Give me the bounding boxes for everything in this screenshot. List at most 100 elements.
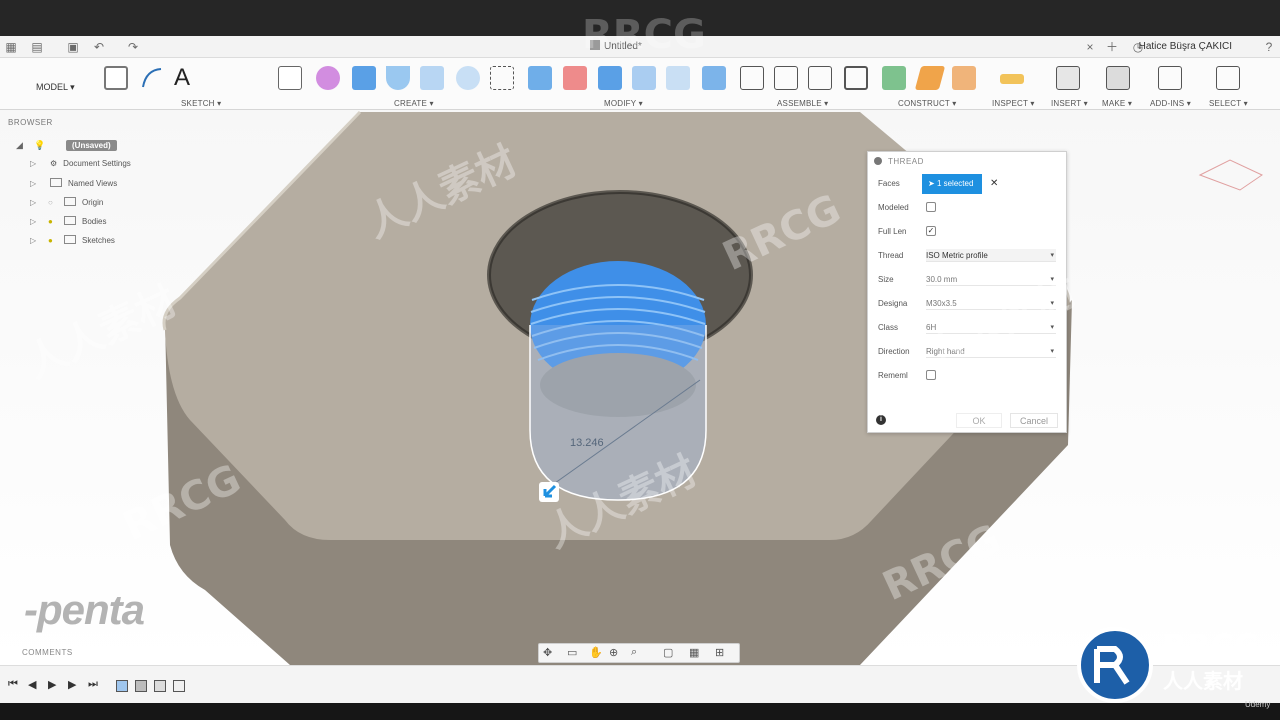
ok-button[interactable]: OK <box>956 413 1002 428</box>
tree-item-sketches[interactable]: ▷ ● Sketches <box>30 235 115 251</box>
make-menu[interactable]: MAKE ▾ <box>1102 99 1132 108</box>
comments-panel-title[interactable]: COMMENTS <box>22 648 73 657</box>
document-tab[interactable]: Untitled* <box>590 40 642 52</box>
modeled-checkbox[interactable] <box>926 202 936 212</box>
designation-select[interactable]: M30x3.5 ▾ <box>926 297 1056 310</box>
expand-icon[interactable]: ▷ <box>30 159 38 168</box>
last-step-icon[interactable]: ⏭ <box>88 678 98 691</box>
offset-plane-icon[interactable] <box>882 66 906 90</box>
draft-icon[interactable] <box>666 66 690 90</box>
timeline-feature-icon[interactable] <box>116 680 128 692</box>
midplane-icon[interactable] <box>952 66 976 90</box>
construct-menu[interactable]: CONSTRUCT ▾ <box>898 99 957 108</box>
pattern-icon[interactable] <box>490 66 514 90</box>
bulb-icon[interactable]: ○ <box>48 198 58 207</box>
create-menu[interactable]: CREATE ▾ <box>394 99 434 108</box>
sketch-menu[interactable]: SKETCH ▾ <box>181 99 221 108</box>
browser-title[interactable]: BROWSER <box>8 118 53 127</box>
clear-selection-icon[interactable]: ✕ <box>990 178 998 189</box>
shell-icon[interactable] <box>632 66 656 90</box>
assemble-menu[interactable]: ASSEMBLE ▾ <box>777 99 828 108</box>
look-at-icon[interactable]: ▭ <box>567 646 577 659</box>
viewports-icon[interactable]: ⊞ <box>715 646 724 659</box>
faces-selection-button[interactable]: ➤ 1 selected <box>922 174 982 194</box>
undo-icon[interactable]: ↶ <box>92 40 106 54</box>
select-icon[interactable] <box>1216 66 1240 90</box>
modify-menu[interactable]: MODIFY ▾ <box>604 99 643 108</box>
play-icon[interactable]: ▶ <box>48 678 56 691</box>
pan-icon[interactable]: ✋ <box>589 646 603 659</box>
size-select[interactable]: 30.0 mm ▾ <box>926 273 1056 286</box>
tree-item-bodies[interactable]: ▷ ● Bodies <box>30 216 106 232</box>
expand-icon[interactable]: ▷ <box>30 179 38 188</box>
timeline-feature-icon[interactable] <box>135 680 147 692</box>
timeline-feature-icon[interactable] <box>154 680 166 692</box>
dialog-collapse-icon[interactable] <box>874 157 882 165</box>
press-pull-icon[interactable] <box>528 66 552 90</box>
expand-icon[interactable]: ▷ <box>30 217 38 226</box>
orbit-icon[interactable]: ✥ <box>543 646 552 659</box>
bulb-icon[interactable]: ● <box>48 217 58 226</box>
app-grid-icon[interactable]: ▦ <box>4 40 18 54</box>
thread-type-select[interactable]: ISO Metric profile ▾ <box>926 249 1056 262</box>
workspace-switcher[interactable]: MODEL ▾ <box>36 82 75 93</box>
full-length-checkbox[interactable]: ✓ <box>926 226 936 236</box>
scripts-icon[interactable] <box>1158 66 1182 90</box>
chamfer-icon[interactable] <box>598 66 622 90</box>
as-built-joint-icon[interactable] <box>808 66 832 90</box>
first-step-icon[interactable]: ⏮ <box>8 678 18 691</box>
plane-at-angle-icon[interactable] <box>914 66 946 90</box>
timeline-feature-icon[interactable] <box>173 680 185 692</box>
viewcube-icon[interactable] <box>1198 159 1264 191</box>
help-icon[interactable]: ? <box>1262 40 1276 54</box>
user-name[interactable]: Hatice Büşra ÇAKICI <box>1139 41 1232 52</box>
select-menu[interactable]: SELECT ▾ <box>1209 99 1248 108</box>
remember-checkbox[interactable] <box>926 370 936 380</box>
create-form-icon[interactable] <box>278 66 302 90</box>
joint-origin-icon[interactable] <box>844 66 868 90</box>
tree-item-named-views[interactable]: ▷ Named Views <box>30 178 117 194</box>
create-sketch-icon[interactable] <box>104 66 128 90</box>
bulb-icon[interactable]: ● <box>48 236 58 245</box>
fillet-icon[interactable] <box>563 66 587 90</box>
expand-icon[interactable]: ▷ <box>30 198 38 207</box>
class-select[interactable]: 6H ▾ <box>926 321 1056 334</box>
tree-item-document-settings[interactable]: ▷ ⚙ Document Settings <box>30 159 131 175</box>
display-settings-icon[interactable]: ▢ <box>663 646 673 659</box>
visibility-bulb-icon[interactable]: 💡 <box>34 140 45 151</box>
save-icon[interactable]: ▣ <box>66 40 80 54</box>
insert-menu[interactable]: INSERT ▾ <box>1051 99 1088 108</box>
zoom-icon[interactable]: ⊕ <box>609 646 618 659</box>
3d-print-icon[interactable] <box>1106 66 1130 90</box>
expand-icon[interactable]: ▷ <box>30 236 38 245</box>
insert-image-icon[interactable] <box>1056 66 1080 90</box>
new-component-icon[interactable] <box>740 66 764 90</box>
close-tab-icon[interactable]: × <box>1083 40 1097 54</box>
mesh-sphere-icon[interactable] <box>316 66 340 90</box>
dimension-label[interactable]: 13.246 <box>570 437 604 449</box>
loft-icon[interactable] <box>456 66 480 90</box>
grid-icon[interactable]: ▦ <box>689 646 699 659</box>
tree-item-origin[interactable]: ▷ ○ Origin <box>30 197 103 213</box>
revolve-icon[interactable] <box>386 66 410 90</box>
joint-icon[interactable] <box>774 66 798 90</box>
cancel-button[interactable]: Cancel <box>1010 413 1058 428</box>
previous-step-icon[interactable]: ◀ <box>28 678 36 691</box>
file-icon[interactable]: ▤ <box>30 40 44 54</box>
root-expand-icon[interactable]: ◢ <box>16 140 23 151</box>
extrude-icon[interactable] <box>352 66 376 90</box>
new-tab-icon[interactable]: ＋ <box>1105 40 1119 54</box>
redo-icon[interactable]: ↷ <box>126 40 140 54</box>
next-step-icon[interactable]: ▶ <box>68 678 76 691</box>
scale-icon[interactable] <box>702 66 726 90</box>
sweep-icon[interactable] <box>420 66 444 90</box>
inspect-menu[interactable]: INSPECT ▾ <box>992 99 1035 108</box>
fit-icon[interactable]: ⌕ <box>631 646 637 659</box>
text-icon[interactable]: A <box>174 66 198 90</box>
add-ins-menu[interactable]: ADD-INS ▾ <box>1150 99 1191 108</box>
direction-select[interactable]: Right hand ▾ <box>926 345 1056 358</box>
measure-icon[interactable] <box>1000 74 1024 84</box>
arc-icon[interactable] <box>140 66 164 90</box>
info-icon[interactable]: i <box>876 415 886 425</box>
root-component[interactable]: (Unsaved) <box>66 140 117 151</box>
